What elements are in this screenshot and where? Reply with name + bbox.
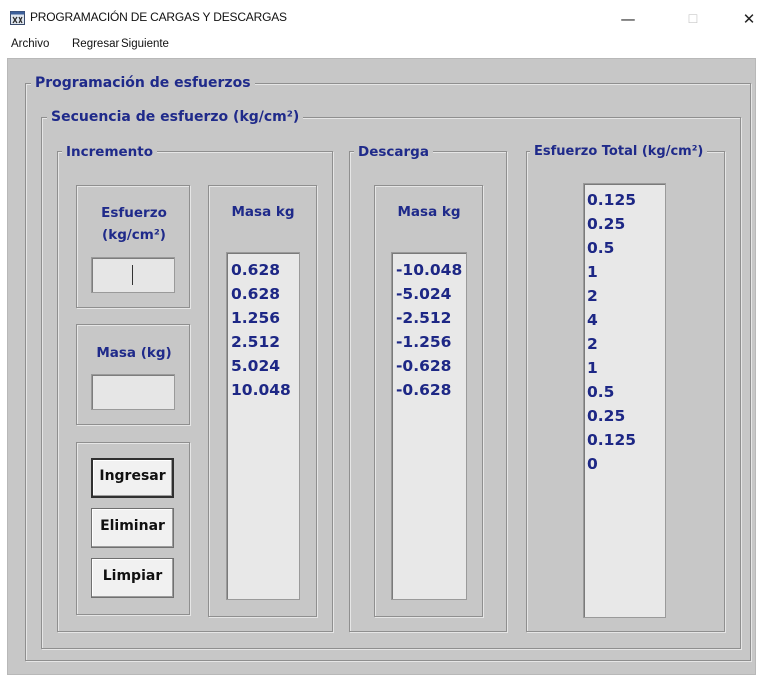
list-item: 0.628 [231, 285, 281, 303]
list-item: 2 [587, 335, 598, 353]
list-item: 1 [587, 359, 598, 377]
esfuerzo-label: Esfuerzo (kg/cm²) [101, 205, 167, 243]
programacion-group-title: Programación de esfuerzos [31, 74, 255, 92]
incremento-masa-header-text: Masa kg [231, 204, 295, 220]
incremento-masa-header: Masa kg [228, 202, 298, 222]
list-item: 0 [587, 455, 598, 473]
incremento-masa-list[interactable]: 0.628 0.628 1.256 2.512 5.024 10.048 [226, 252, 300, 600]
list-item: -10.048 [396, 261, 463, 279]
list-item: 2.512 [231, 333, 281, 351]
secuencia-group-title: Secuencia de esfuerzo (kg/cm²) [47, 108, 304, 126]
descarga-masa-header: Masa kg [394, 202, 464, 222]
window-title: PROGRAMACIÓN DE CARGAS Y DESCARGAS [30, 10, 287, 24]
list-item: 1 [587, 263, 598, 281]
descarga-group-title: Descarga [354, 143, 433, 161]
list-item: 0.628 [231, 261, 281, 279]
list-item: -5.024 [396, 285, 452, 303]
list-item: 10.048 [231, 381, 291, 399]
menu-siguiente[interactable]: Siguiente [121, 38, 169, 50]
list-item: 2 [587, 287, 598, 305]
eliminar-button[interactable]: Eliminar [91, 508, 174, 548]
descarga-masa-header-text: Masa kg [397, 204, 461, 220]
total-list[interactable]: 0.125 0.25 0.5 1 2 4 2 1 0.5 0.25 0.125 … [583, 183, 666, 618]
list-item: 1.256 [231, 309, 281, 327]
list-item: -1.256 [396, 333, 452, 351]
list-item: 0.5 [587, 239, 615, 257]
menu-regresar[interactable]: Regresar [72, 38, 119, 50]
esfuerzo-input[interactable] [91, 257, 175, 293]
ingresar-button[interactable]: Ingresar [91, 458, 174, 498]
maximize-button[interactable]: ☐ [673, 6, 713, 32]
minimize-button[interactable]: — [608, 6, 648, 32]
close-button[interactable]: ✕ [729, 6, 763, 32]
total-group-title: Esfuerzo Total (kg/cm²) [530, 143, 708, 161]
masa-label: Masa (kg) [96, 345, 172, 361]
list-item: 5.024 [231, 357, 281, 375]
list-item: 4 [587, 311, 598, 329]
list-item: -2.512 [396, 309, 452, 327]
list-item: 0.5 [587, 383, 615, 401]
text-cursor [132, 265, 133, 285]
list-item: -0.628 [396, 381, 452, 399]
app-window-icon [10, 11, 25, 25]
descarga-masa-list[interactable]: -10.048 -5.024 -2.512 -1.256 -0.628 -0.6… [391, 252, 467, 600]
list-item: -0.628 [396, 357, 452, 375]
limpiar-button[interactable]: Limpiar [91, 558, 174, 598]
list-item: 0.125 [587, 431, 637, 449]
masa-input[interactable] [91, 374, 175, 410]
incremento-group-title: Incremento [62, 143, 158, 161]
list-item: 0.125 [587, 191, 637, 209]
list-item: 0.25 [587, 215, 626, 233]
list-item: 0.25 [587, 407, 626, 425]
menu-archivo[interactable]: Archivo [11, 38, 49, 50]
